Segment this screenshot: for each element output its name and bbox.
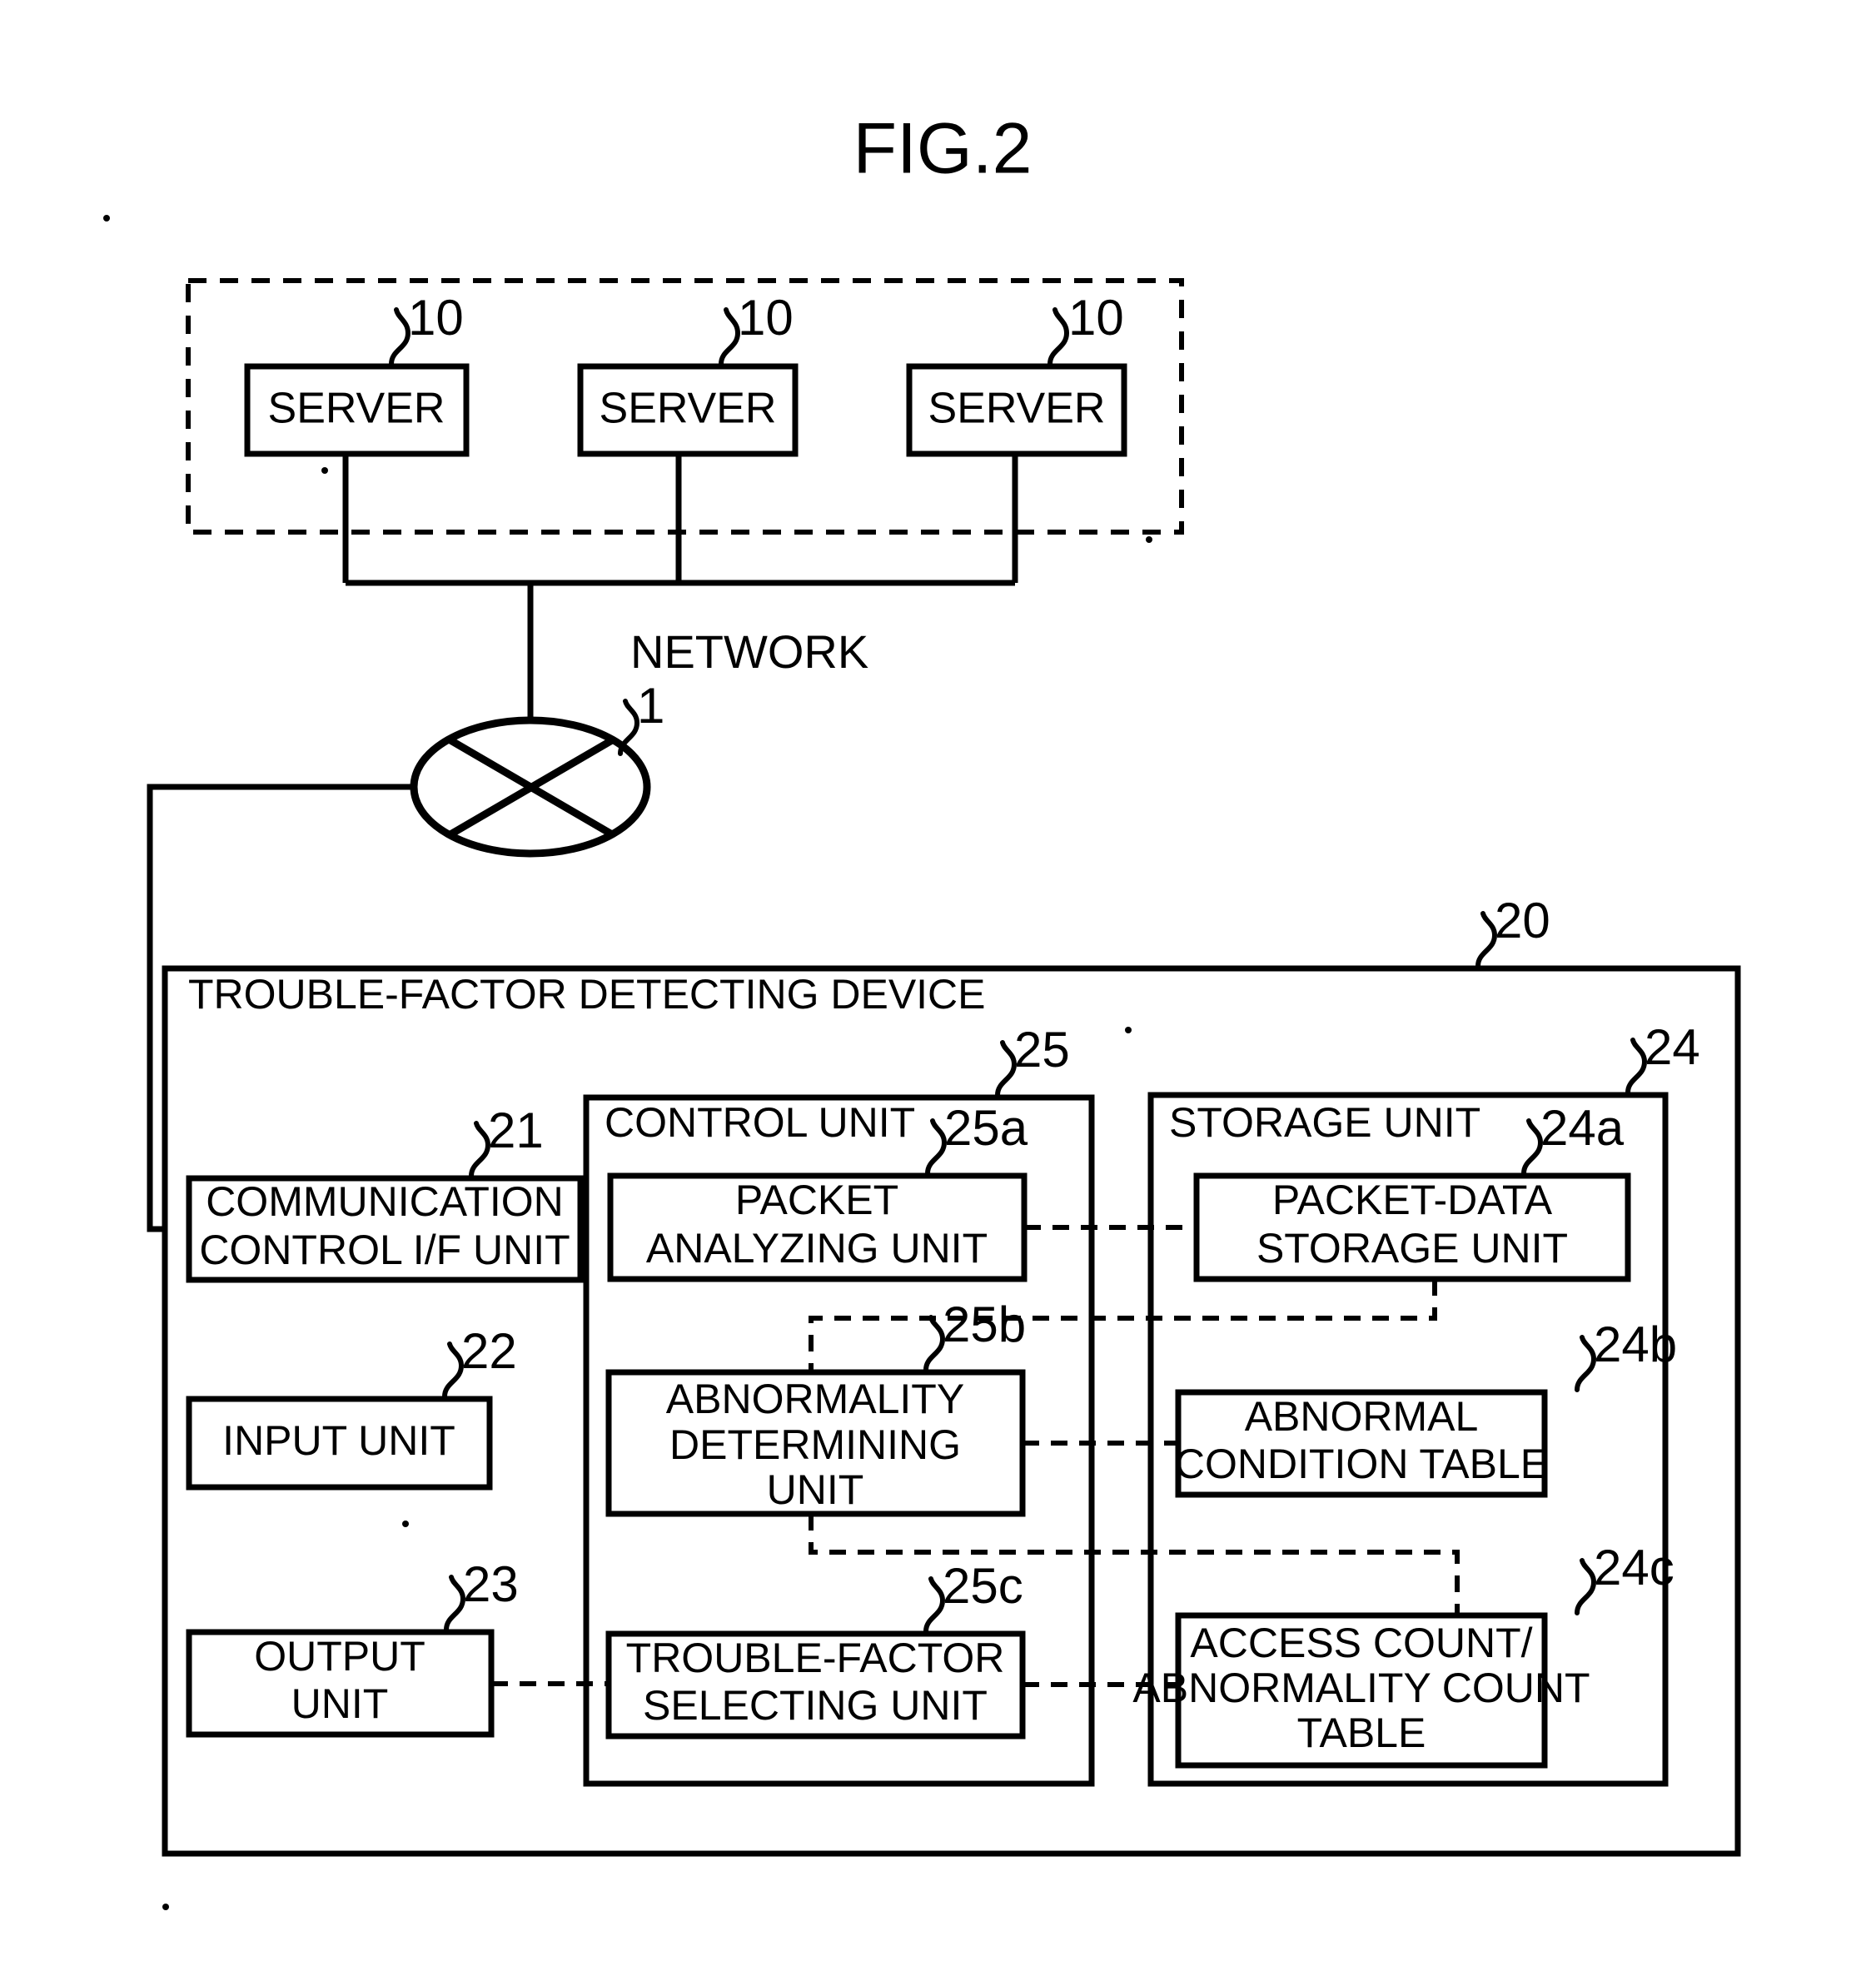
packet-analyzing-unit-line2: ANALYZING UNIT (646, 1225, 988, 1272)
server-leader-3 (1047, 307, 1070, 366)
output-unit-ref: 23 (463, 1556, 519, 1612)
communication-control-if-unit-line1: COMMUNICATION (206, 1178, 564, 1225)
device-title: TROUBLE-FACTOR DETECTING DEVICE (188, 971, 986, 1018)
packet-data-storage-unit-ref: 24a (1540, 1100, 1625, 1156)
output-unit-line2: UNIT (291, 1680, 389, 1727)
trouble-factor-selecting-unit-line1: TROUBLE-FACTOR (626, 1635, 1005, 1681)
patent-figure: FIG.2 SERVER 10 SERVER 10 SERVER 10 NETW… (0, 0, 1876, 1981)
network-label: NETWORK (630, 625, 868, 678)
abnormal-condition-table-ref: 24b (1594, 1317, 1677, 1372)
server-label-3: SERVER (928, 385, 1106, 433)
scan-speck (1146, 536, 1152, 543)
storage-unit-title: STORAGE UNIT (1169, 1099, 1480, 1146)
abnormality-determining-unit-line3: UNIT (767, 1466, 864, 1513)
trouble-factor-selecting-unit-line2: SELECTING UNIT (643, 1682, 988, 1729)
storage-unit-ref: 24 (1645, 1019, 1700, 1075)
trouble-factor-selecting-unit-ref: 25c (943, 1558, 1023, 1614)
abnormal-condition-table-line2: CONDITION TABLE (1175, 1441, 1548, 1487)
input-unit-label: INPUT UNIT (222, 1417, 455, 1464)
scan-speck (162, 1904, 169, 1910)
access-count-table-line2: ABNORMALITY COUNT (1132, 1665, 1590, 1711)
scan-speck (1125, 1027, 1132, 1033)
communication-unit-ref: 21 (488, 1102, 544, 1158)
output-unit-line1: OUTPUT (254, 1633, 425, 1680)
server-ref-3: 10 (1068, 290, 1124, 346)
server-label-2: SERVER (600, 385, 777, 433)
access-count-table-line1: ACCESS COUNT/ (1190, 1620, 1532, 1666)
figure-canvas: FIG.2 SERVER 10 SERVER 10 SERVER 10 NETW… (103, 109, 1741, 1910)
packet-analyzing-unit-line1: PACKET (735, 1177, 898, 1223)
device-ref: 20 (1495, 893, 1550, 948)
abnormality-determining-unit-line2: DETERMINING (669, 1421, 961, 1468)
access-count-table-line3: TABLE (1297, 1710, 1426, 1756)
figure-title: FIG.2 (853, 109, 1032, 189)
scan-speck (321, 467, 328, 474)
abnormal-condition-table-line1: ABNORMAL (1245, 1393, 1479, 1440)
abnormality-determining-unit-ref: 25b (943, 1297, 1026, 1352)
packet-data-storage-unit-line1: PACKET-DATA (1272, 1177, 1553, 1223)
network-ref-leader (618, 699, 640, 756)
control-unit-ref: 25 (1014, 1022, 1070, 1078)
server-label-1: SERVER (268, 385, 445, 433)
server-leader-1 (389, 307, 411, 366)
scan-speck (103, 215, 110, 221)
packet-analyzing-unit-ref: 25a (944, 1100, 1028, 1156)
server-ref-1: 10 (408, 290, 464, 346)
server-ref-2: 10 (738, 290, 794, 346)
packet-data-storage-unit-line2: STORAGE UNIT (1256, 1225, 1568, 1272)
network-ref: 1 (637, 678, 664, 734)
device-ref-leader (1475, 911, 1498, 968)
scan-speck (402, 1521, 409, 1527)
server-leader-2 (719, 307, 741, 366)
input-unit-ref: 22 (461, 1323, 517, 1379)
control-unit-title: CONTROL UNIT (605, 1099, 915, 1146)
access-count-table-ref: 24c (1594, 1540, 1674, 1595)
abnormality-determining-unit-line1: ABNORMALITY (666, 1376, 964, 1422)
communication-control-if-unit-line2: CONTROL I/F UNIT (199, 1227, 570, 1273)
